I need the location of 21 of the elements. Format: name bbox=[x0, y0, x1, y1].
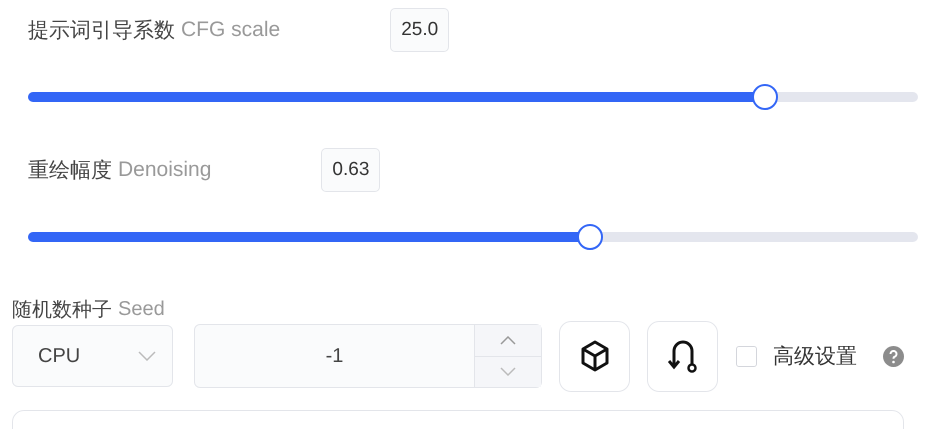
seed-label: 随机数种子 bbox=[12, 298, 112, 322]
advanced-checkbox[interactable] bbox=[736, 346, 757, 366]
slider-thumb[interactable] bbox=[752, 84, 778, 110]
help-icon[interactable] bbox=[883, 346, 904, 366]
chevron-down-icon bbox=[500, 367, 516, 376]
slider-label: Denoising bbox=[118, 158, 212, 182]
device-select[interactable]: CPU bbox=[12, 325, 173, 387]
value-field[interactable]: 25.0 bbox=[390, 8, 450, 52]
chevron-down-icon bbox=[138, 351, 156, 361]
random-seed-button[interactable] bbox=[559, 320, 630, 392]
reuse-seed-button[interactable] bbox=[647, 320, 718, 392]
slider-thumb[interactable] bbox=[576, 224, 603, 250]
chevron-up-icon bbox=[500, 336, 516, 345]
advanced-label: 高级设置 bbox=[773, 344, 857, 370]
cube-icon bbox=[580, 340, 610, 372]
slider-label: 提示词引导系数 bbox=[28, 18, 175, 44]
loop-arrow-icon bbox=[668, 338, 698, 374]
value-field[interactable]: 0.63 bbox=[321, 148, 380, 192]
slider-label: 重绘幅度 bbox=[28, 158, 112, 184]
seed-label: Seed bbox=[118, 298, 165, 320]
slider-label: CFG scale bbox=[181, 18, 280, 42]
